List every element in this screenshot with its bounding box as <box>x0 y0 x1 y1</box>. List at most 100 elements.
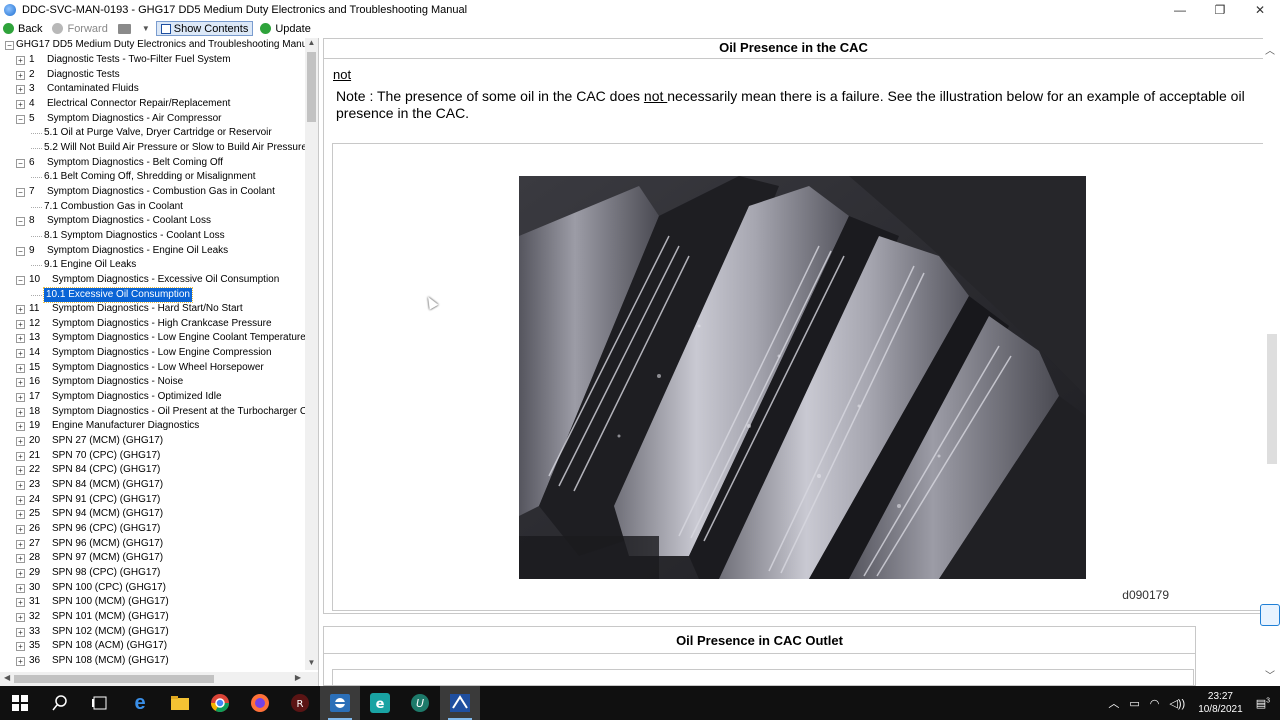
tree-item[interactable]: +18 Symptom Diagnostics - Oil Present at … <box>0 405 305 420</box>
search-button[interactable] <box>40 686 80 720</box>
tree-item[interactable]: +22 SPN 84 (CPC) (GHG17) <box>0 463 305 478</box>
clock[interactable]: 23:27 10/8/2021 <box>1198 690 1243 716</box>
expand-icon[interactable]: + <box>16 656 25 666</box>
remote-support-icon[interactable] <box>1260 604 1280 626</box>
collapse-icon[interactable]: − <box>16 217 25 227</box>
tree-item[interactable]: +15 Symptom Diagnostics - Low Wheel Horse… <box>0 361 305 376</box>
show-contents-button[interactable]: Show Contents <box>155 21 254 36</box>
app-r-button[interactable]: R <box>280 686 320 720</box>
tree-hscroll-thumb[interactable] <box>14 675 214 683</box>
tree-subitem[interactable]: 8.1 Symptom Diagnostics - Coolant Loss <box>0 229 305 244</box>
tree-subitem[interactable]: 10.1 Excessive Oil Consumption <box>0 286 305 304</box>
tree-item[interactable]: +14 Symptom Diagnostics - Low Engine Comp… <box>0 346 305 361</box>
tree-item[interactable]: −6 Symptom Diagnostics - Belt Coming Off <box>0 156 305 171</box>
expand-icon[interactable]: + <box>16 305 25 315</box>
print-button[interactable] <box>115 21 138 36</box>
expand-icon[interactable]: + <box>16 642 25 652</box>
tree-vertical-scrollbar[interactable]: ▲ ▼ <box>305 38 318 670</box>
expand-icon[interactable]: + <box>16 70 25 80</box>
expand-icon[interactable]: + <box>16 466 25 476</box>
expand-icon[interactable]: + <box>16 583 25 593</box>
app-e-button[interactable]: e <box>360 686 400 720</box>
expand-icon[interactable]: + <box>16 451 25 461</box>
tree-subitem[interactable]: 6.1 Belt Coming Off, Shredding or Misali… <box>0 170 305 185</box>
tree-item[interactable]: +17 Symptom Diagnostics - Optimized Idle <box>0 390 305 405</box>
expand-icon[interactable]: + <box>16 363 25 373</box>
tree-subitem[interactable]: 5.2 Will Not Build Air Pressure or Slow … <box>0 141 305 156</box>
expand-icon[interactable]: + <box>16 407 25 417</box>
tree-item[interactable]: +1 Diagnostic Tests - Two-Filter Fuel Sys… <box>0 53 305 68</box>
tree-item[interactable]: +20 SPN 27 (MCM) (GHG17) <box>0 434 305 449</box>
forward-button[interactable]: Forward <box>49 21 110 36</box>
expand-icon[interactable]: + <box>16 612 25 622</box>
tree-item[interactable]: +35 SPN 108 (ACM) (GHG17) <box>0 639 305 654</box>
expand-icon[interactable]: + <box>16 510 25 520</box>
tree-item[interactable]: −7 Symptom Diagnostics - Combustion Gas i… <box>0 185 305 200</box>
content-scroll-down-icon[interactable]: ﹀ <box>1265 667 1275 682</box>
edge-button[interactable]: e <box>120 686 160 720</box>
tree-item[interactable]: +12 Symptom Diagnostics - High Crankcase … <box>0 317 305 332</box>
expand-icon[interactable]: + <box>16 554 25 564</box>
scroll-up-arrow-icon[interactable]: ▲ <box>305 38 318 50</box>
tree-item[interactable]: +30 SPN 100 (CPC) (GHG17) <box>0 581 305 596</box>
tree-item[interactable]: −10 Symptom Diagnostics - Excessive Oil C… <box>0 273 305 288</box>
tree-scroll-thumb[interactable] <box>307 52 316 122</box>
content-scroll-up-icon[interactable]: ︿ <box>1265 42 1275 57</box>
collapse-icon[interactable]: − <box>16 187 25 197</box>
expand-icon[interactable]: + <box>16 349 25 359</box>
tree-item[interactable]: +3 Contaminated Fluids <box>0 82 305 97</box>
chrome-button[interactable] <box>200 686 240 720</box>
tree-item[interactable]: +24 SPN 91 (CPC) (GHG17) <box>0 493 305 508</box>
expand-icon[interactable]: + <box>16 319 25 329</box>
notifications-icon[interactable]: ▤3 <box>1256 697 1270 710</box>
expand-icon[interactable]: + <box>16 99 25 109</box>
expand-icon[interactable]: + <box>16 422 25 432</box>
start-button[interactable] <box>0 686 40 720</box>
expand-icon[interactable]: + <box>16 539 25 549</box>
not-link[interactable]: not <box>333 67 351 82</box>
collapse-icon[interactable]: − <box>16 246 25 256</box>
expand-icon[interactable]: + <box>16 85 25 95</box>
tree-subitem[interactable]: 5.1 Oil at Purge Valve, Dryer Cartridge … <box>0 126 305 141</box>
maximize-button[interactable]: ❐ <box>1200 0 1240 20</box>
expand-icon[interactable]: + <box>16 334 25 344</box>
tree-root[interactable]: − GHG17 DD5 Medium Duty Electronics and … <box>0 38 305 53</box>
task-view-button[interactable] <box>80 686 120 720</box>
collapse-icon[interactable]: − <box>5 41 14 50</box>
minimize-button[interactable]: — <box>1160 0 1200 20</box>
expand-icon[interactable]: + <box>16 525 25 534</box>
scroll-left-arrow-icon[interactable]: ◀ <box>4 673 10 682</box>
collapse-icon[interactable]: − <box>16 158 25 168</box>
expand-icon[interactable]: + <box>16 495 25 505</box>
tree-horizontal-scrollbar[interactable]: ◀ ▶ <box>0 672 318 686</box>
tree-item[interactable]: +23 SPN 84 (MCM) (GHG17) <box>0 478 305 493</box>
tree-item[interactable]: +25 SPN 94 (MCM) (GHG17) <box>0 507 305 522</box>
tree-item[interactable]: +27 SPN 96 (MCM) (GHG17) <box>0 537 305 552</box>
tree-item[interactable]: +16 Symptom Diagnostics - Noise <box>0 375 305 390</box>
close-button[interactable]: ✕ <box>1240 0 1280 20</box>
expand-icon[interactable]: + <box>16 568 25 578</box>
scroll-right-arrow-icon[interactable]: ▶ <box>295 673 301 682</box>
content-scroll-thumb[interactable] <box>1267 334 1277 464</box>
expand-icon[interactable]: + <box>16 627 25 637</box>
scroll-down-arrow-icon[interactable]: ▼ <box>305 658 318 670</box>
collapse-icon[interactable]: − <box>16 275 25 285</box>
content-vertical-scrollbar[interactable]: ︿ ﹀ <box>1263 38 1280 686</box>
volume-icon[interactable]: ◁)) <box>1169 697 1185 710</box>
tree-item[interactable]: +11 Symptom Diagnostics - Hard Start/No S… <box>0 302 305 317</box>
tree-item[interactable]: +36 SPN 108 (MCM) (GHG17) <box>0 654 305 669</box>
tree-item[interactable]: +4 Electrical Connector Repair/Replacemen… <box>0 97 305 112</box>
tree-item[interactable]: +29 SPN 98 (CPC) (GHG17) <box>0 566 305 581</box>
tree-item[interactable]: +31 SPN 100 (MCM) (GHG17) <box>0 595 305 610</box>
tree-item[interactable]: −5 Symptom Diagnostics - Air Compressor <box>0 112 305 127</box>
tree-subitem[interactable]: 7.1 Combustion Gas in Coolant <box>0 200 305 215</box>
tree-item[interactable]: +19 Engine Manufacturer Diagnostics <box>0 419 305 434</box>
expand-icon[interactable]: + <box>16 598 25 608</box>
battery-icon[interactable]: ▭ <box>1129 697 1139 710</box>
tree-item[interactable]: +32 SPN 101 (MCM) (GHG17) <box>0 610 305 625</box>
tree-item[interactable]: −9 Symptom Diagnostics - Engine Oil Leaks <box>0 244 305 259</box>
firefox-button[interactable] <box>240 686 280 720</box>
expand-icon[interactable]: + <box>16 393 25 403</box>
tray-chevron-up-icon[interactable]: ︿ <box>1108 695 1119 711</box>
collapse-icon[interactable]: − <box>16 114 25 124</box>
